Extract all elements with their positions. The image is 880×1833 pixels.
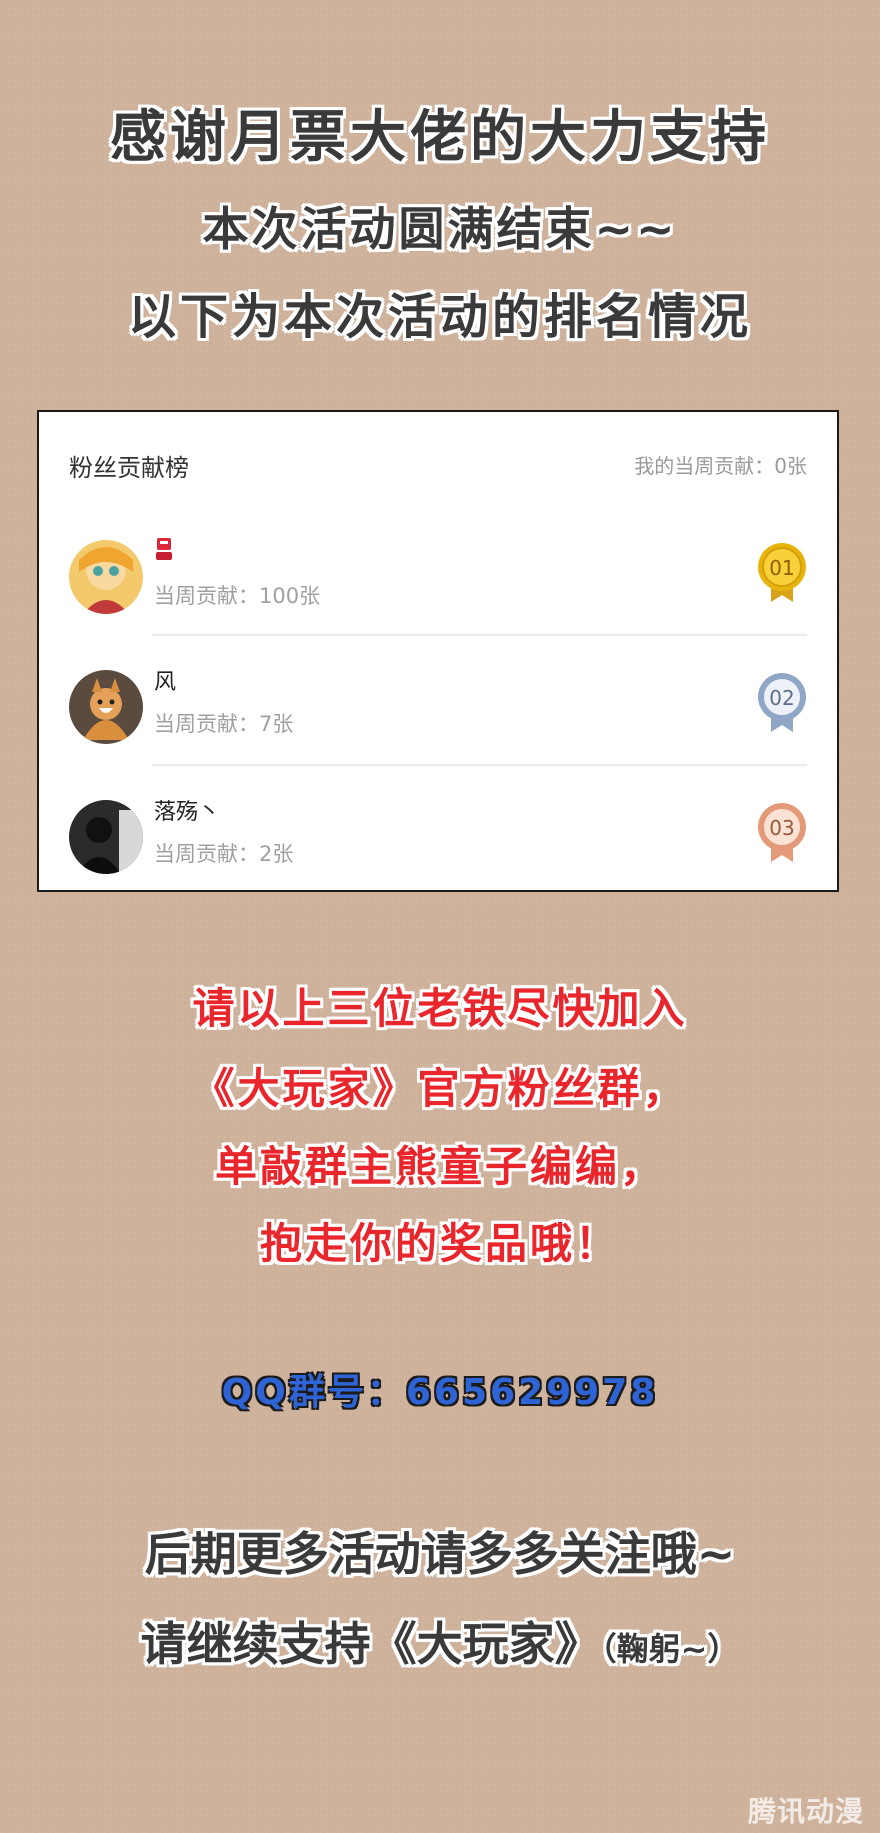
notice-line: 抱走你的奖品哦！ (259, 1219, 620, 1268)
headline-event-ended: 本次活动圆满结束~~ (202, 202, 678, 256)
svg-text:03: 03 (769, 816, 794, 840)
notice-line: 《大玩家》官方粉丝群， (192, 1064, 688, 1113)
headline-thanks: 感谢月票大佬的大力支持 (110, 105, 770, 170)
svg-text:01: 01 (769, 556, 794, 580)
headline-ranking-intro: 以下为本次活动的排名情况 (127, 289, 752, 345)
footer-bow: （鞠躬~） (600, 1630, 740, 1668)
qq-group-number: QQ群号：665629978 (221, 1372, 659, 1413)
gold-medal-icon: 01 (758, 543, 806, 602)
divider (152, 764, 807, 766)
footer-follow: 后期更多活动请多多关注哦~ (144, 1527, 736, 1581)
entry-name (154, 536, 174, 568)
watermark-logo: 腾讯动漫 (747, 1795, 864, 1828)
leaderboard-title: 粉丝贡献榜 (69, 454, 189, 482)
footer-support-main: 请继续支持《大玩家》 (140, 1617, 601, 1671)
leaderboard-row[interactable]: 当周贡献：100张 01 (39, 512, 837, 642)
leaderboard-row[interactable]: 风 当周贡献：7张 02 (39, 642, 837, 772)
avatar (69, 670, 143, 744)
bronze-medal-icon: 03 (758, 803, 806, 862)
entry-contribution: 当周贡献：7张 (154, 712, 294, 736)
notice-line: 单敲群主熊童子编编， (214, 1142, 665, 1191)
leaderboard-card: 粉丝贡献榜 我的当周贡献：0张 当周贡献：100张 01 风 当周贡献：7张 0… (37, 410, 839, 892)
notice-line: 请以上三位老铁尽快加入 (192, 984, 688, 1033)
user-emblem-icon (156, 538, 172, 560)
footer-support: 请继续支持《大玩家》（鞠躬~） (0, 1608, 880, 1674)
silver-medal-icon: 02 (758, 673, 806, 732)
entry-contribution: 当周贡献：100张 (154, 584, 321, 608)
leaderboard-row[interactable]: 落殇丶 当周贡献：2张 03 (39, 772, 837, 902)
divider (152, 634, 807, 636)
my-contribution: 我的当周贡献：0张 (634, 454, 807, 478)
avatar (69, 800, 143, 874)
avatar (69, 540, 143, 614)
entry-contribution: 当周贡献：2张 (154, 842, 294, 866)
entry-name: 落殇丶 (154, 800, 221, 825)
entry-name: 风 (154, 670, 177, 695)
svg-text:02: 02 (769, 686, 794, 710)
